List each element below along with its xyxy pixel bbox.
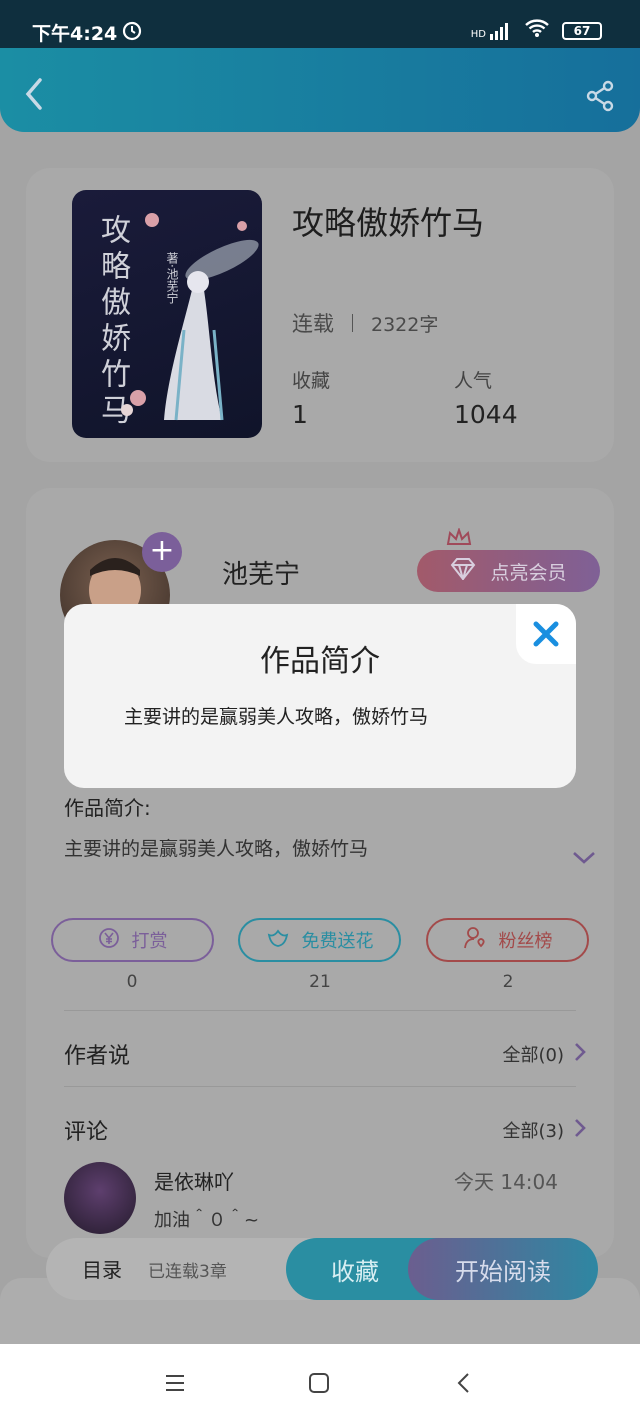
divider <box>64 1010 576 1011</box>
signal-icon: HD <box>471 22 512 40</box>
reward-count: 0 <box>126 972 138 992</box>
yen-icon <box>98 927 120 954</box>
comment-text: 加油＾０＾~ <box>154 1210 260 1231</box>
comments-title: 评论 <box>64 1120 109 1145</box>
word-count: 2322字 <box>371 313 439 336</box>
chapter-count: 已连载3章 <box>148 1262 227 1282</box>
divider <box>64 1086 576 1087</box>
diamond-icon <box>450 557 476 585</box>
reward-label: 打赏 <box>131 931 168 952</box>
menu-icon[interactable] <box>162 1370 188 1396</box>
reward-button[interactable]: 打赏 <box>51 918 214 962</box>
modal-title: 作品简介 <box>260 644 380 679</box>
favorites-value: 1 <box>292 400 308 429</box>
popularity-label: 人气 <box>454 370 493 392</box>
comments-all-link[interactable]: 全部(3) <box>503 1117 587 1143</box>
author-says-all-label: 全部(0) <box>502 1045 565 1066</box>
flower-icon <box>266 927 290 954</box>
toc-button[interactable]: 目录 <box>82 1254 122 1283</box>
intro-modal: 作品简介 主要讲的是赢弱美人攻略，傲娇竹马 <box>64 604 576 788</box>
book-cover[interactable]: 攻略傲娇竹马 著·池芜宁 <box>72 190 262 438</box>
comments-all-label: 全部(3) <box>502 1121 565 1142</box>
alarm-icon <box>121 19 143 46</box>
flower-count: 21 <box>309 972 331 992</box>
commenter-name: 是依琳吖 <box>154 1170 234 1194</box>
chevron-right-icon <box>574 1042 586 1067</box>
network-type: HD <box>470 28 486 40</box>
fan-ranking-button[interactable]: 粉丝榜 <box>426 918 589 962</box>
book-title: 攻略傲娇竹马 <box>292 204 485 242</box>
send-flower-button[interactable]: 免费送花 <box>238 918 401 962</box>
battery-icon: 67 <box>562 21 602 40</box>
intro-label: 作品简介: <box>64 796 151 820</box>
close-icon <box>532 620 560 652</box>
book-status: 连载 <box>292 312 334 336</box>
modal-text: 主要讲的是赢弱美人攻略，傲娇竹马 <box>124 706 429 728</box>
vip-button[interactable]: 点亮会员 <box>417 550 600 592</box>
home-icon[interactable] <box>306 1370 332 1396</box>
bottom-action-bar: 目录 已连载3章 收藏 开始阅读 <box>46 1238 598 1300</box>
author-says-all-link[interactable]: 全部(0) <box>503 1041 587 1067</box>
system-nav-bar <box>0 1344 640 1422</box>
book-meta: 连载 2322字 <box>292 308 438 338</box>
expand-chevron-icon[interactable] <box>572 850 596 870</box>
share-icon[interactable] <box>584 80 616 112</box>
comment-time: 今天 14:04 <box>454 1170 558 1194</box>
wifi-icon <box>524 18 550 43</box>
status-icons: HD 67 <box>471 18 602 43</box>
fan-user-icon <box>463 926 487 955</box>
crown-icon <box>446 526 472 552</box>
vip-label: 点亮会员 <box>490 561 567 584</box>
back-icon[interactable] <box>20 76 50 112</box>
author-says-title: 作者说 <box>64 1044 131 1069</box>
favorites-label: 收藏 <box>292 370 331 392</box>
author-name: 池芜宁 <box>222 560 301 590</box>
header <box>0 48 640 132</box>
intro-text: 主要讲的是赢弱美人攻略，傲娇竹马 <box>64 838 369 860</box>
commenter-avatar[interactable] <box>64 1162 136 1234</box>
follow-button[interactable]: + <box>142 532 182 572</box>
status-time: 下午4:24 <box>32 23 118 45</box>
start-reading-button[interactable]: 开始阅读 <box>408 1238 598 1300</box>
fan-count: 2 <box>502 972 514 992</box>
book-card: 攻略傲娇竹马 著·池芜宁 攻略傲娇竹马 连载 2322字 收藏 1 人气 104… <box>26 168 614 462</box>
meta-separator <box>352 314 353 332</box>
fan-ranking-label: 粉丝榜 <box>498 931 553 952</box>
chevron-right-icon <box>574 1118 586 1143</box>
popularity-value: 1044 <box>454 400 518 429</box>
status-bar: 下午4:24 HD 67 <box>0 0 640 48</box>
send-flower-label: 免费送花 <box>301 931 374 952</box>
back-nav-icon[interactable] <box>452 1370 478 1396</box>
modal-close-button[interactable] <box>516 604 576 664</box>
